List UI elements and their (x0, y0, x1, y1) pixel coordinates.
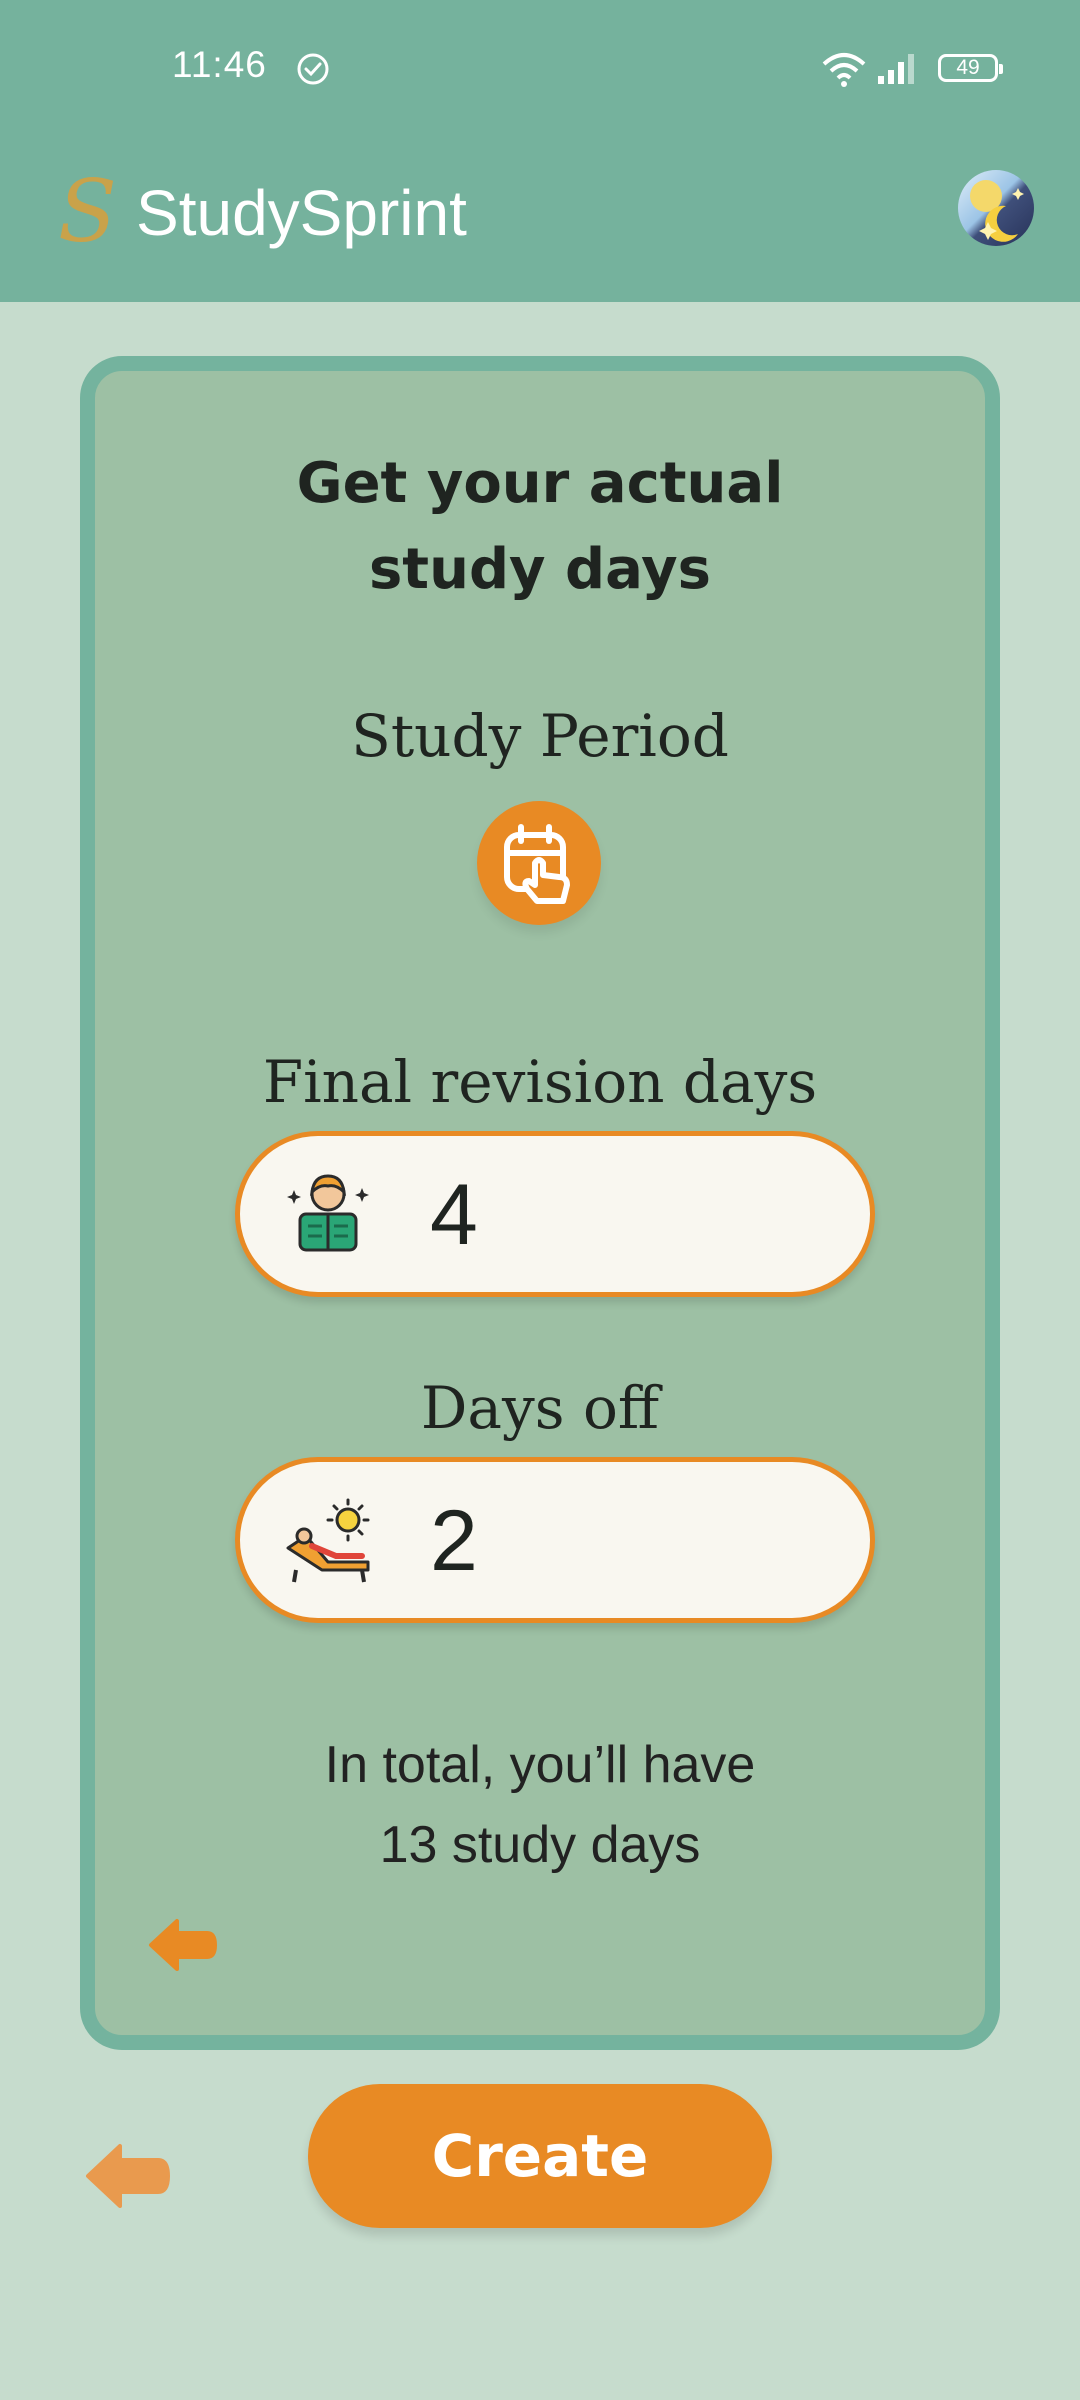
study-period-label: Study Period (351, 702, 729, 770)
final-revision-value: 4 (430, 1167, 478, 1263)
wifi-icon (822, 53, 866, 87)
calendar-touch-icon (504, 824, 570, 904)
back-arrow-icon[interactable] (84, 2140, 172, 2212)
status-bar: 11:46 49 (0, 0, 1080, 136)
app-logo: S (58, 162, 117, 262)
back-arrow-icon[interactable] (147, 1915, 219, 1975)
check-circle-icon (297, 53, 329, 85)
summary-line-2: 13 study days (379, 1816, 701, 1874)
battery-icon: 49 (938, 54, 1003, 82)
final-revision-label: Final revision days (262, 1048, 818, 1116)
study-period-button[interactable] (477, 801, 601, 925)
status-time: 11:46 (172, 44, 267, 85)
reading-person-icon (287, 1174, 369, 1252)
final-revision-field[interactable]: 4 (235, 1131, 875, 1297)
days-off-field[interactable]: 2 (235, 1457, 875, 1623)
theme-toggle-icon[interactable] (958, 170, 1034, 246)
days-off-value: 2 (430, 1493, 478, 1589)
signal-icon (878, 54, 914, 84)
study-days-card: Get your actual study days Study Period … (80, 356, 1000, 2050)
create-button[interactable]: Create (308, 2084, 772, 2228)
days-off-label: Days off (420, 1374, 660, 1442)
summary-line-1: In total, you’ll have (324, 1736, 756, 1794)
sunbathing-icon (286, 1498, 370, 1583)
card-title: Get your actual study days (296, 451, 784, 602)
app-bar: S StudySprint (0, 136, 1080, 302)
app-title: StudySprint (136, 177, 467, 249)
